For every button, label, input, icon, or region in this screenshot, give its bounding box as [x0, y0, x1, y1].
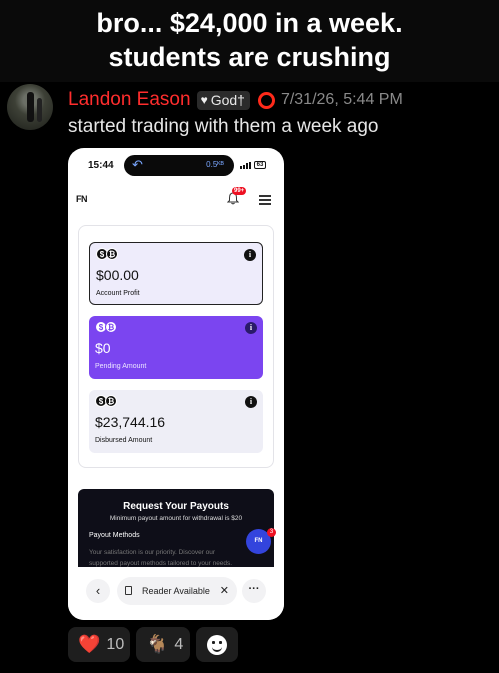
card-amount: $23,744.16 [95, 414, 166, 430]
pending-amount-card: $ ₿ i $0 Pending Amount [89, 316, 263, 379]
browser-toolbar: ‹ Reader Available ✕ ··· [68, 567, 284, 620]
app-logo: FN [76, 194, 88, 204]
back-arrow-icon: ↶ [132, 157, 143, 172]
coins-icon: $ ₿ [96, 248, 118, 260]
heart-icon: ♥ [200, 92, 208, 107]
close-icon[interactable]: ✕ [220, 577, 229, 605]
more-button[interactable]: ··· [242, 579, 266, 603]
disbursed-amount-card: $ ₿ i $23,744.16 Disbursed Amount [89, 390, 263, 453]
reaction-goat[interactable]: 🐐 4 [136, 627, 190, 662]
status-bar: 15:44 ↶ 0.5ᴷᴮ 63 [68, 148, 284, 184]
reactions-bar: ❤️ 10 🐐 4 [68, 627, 238, 662]
balance-panel: $ ₿ i $00.00 Account Profit $ ₿ i $0 Pendi… [78, 225, 274, 468]
notification-badge: 99+ [232, 187, 247, 195]
screenshot-attachment[interactable]: 15:44 ↶ 0.5ᴷᴮ 63 FN 99+ $ ₿ i $00.00 Acco… [68, 148, 284, 620]
reaction-count: 4 [174, 635, 184, 653]
chat-unread-badge: 3 [267, 528, 276, 537]
payout-description: Your satisfaction is our priority. Disco… [89, 549, 233, 567]
card-label: Pending Amount [95, 363, 147, 370]
coins-icon: $ ₿ [95, 321, 117, 333]
account-profit-card: $ ₿ i $00.00 Account Profit [89, 242, 263, 305]
document-icon [125, 586, 132, 595]
signal-icon [240, 162, 251, 169]
caption-line-2: students are crushing [108, 42, 391, 72]
card-label: Account Profit [96, 290, 140, 297]
card-label: Disbursed Amount [95, 437, 153, 444]
info-icon[interactable]: i [244, 249, 256, 261]
dynamic-island: ↶ 0.5ᴷᴮ [124, 155, 234, 176]
caption: bro... $24,000 in a week. students are c… [0, 0, 499, 82]
role-badge[interactable]: ♥ God† [196, 90, 250, 110]
username[interactable]: Landon Eason [68, 89, 191, 111]
card-amount: $00.00 [96, 267, 139, 283]
payout-section: Request Your Payouts Minimum payout amou… [78, 489, 274, 569]
menu-icon[interactable] [259, 195, 271, 205]
message-text: started trading with them a week ago [68, 116, 379, 137]
post-header: Landon Eason ♥ God† 7/31/26, 5:44 PM [68, 88, 403, 112]
battery-icon: 63 [254, 161, 266, 169]
coins-icon: $ ₿ [95, 395, 117, 407]
status-time: 15:44 [88, 160, 114, 171]
ring-icon [257, 91, 275, 109]
payout-subtitle: Minimum payout amount for withdrawal is … [109, 515, 243, 522]
network-speed: 0.5ᴷᴮ [206, 160, 224, 169]
add-reaction-button[interactable] [196, 627, 238, 662]
info-icon[interactable]: i [245, 396, 257, 408]
reaction-heart[interactable]: ❤️ 10 [68, 627, 130, 662]
card-amount: $0 [95, 340, 111, 356]
app-header: FN 99+ [68, 184, 284, 212]
goat-emoji-icon: 🐐 [146, 634, 169, 654]
payout-methods-label: Payout Methods [89, 532, 140, 539]
role-badge-label: God† [210, 91, 245, 108]
avatar[interactable] [7, 84, 53, 130]
smiley-icon [207, 634, 227, 655]
reaction-count: 10 [106, 635, 125, 653]
timestamp: 7/31/26, 5:44 PM [280, 91, 403, 108]
payout-title: Request Your Payouts [123, 501, 229, 512]
reader-label: Reader Available [142, 586, 210, 596]
caption-line-1: bro... $24,000 in a week. [96, 8, 403, 38]
reader-available-button[interactable]: Reader Available ✕ [117, 577, 237, 605]
heart-emoji-icon: ❤️ [78, 634, 101, 654]
info-icon[interactable]: i [245, 322, 257, 334]
back-button[interactable]: ‹ [86, 579, 110, 603]
